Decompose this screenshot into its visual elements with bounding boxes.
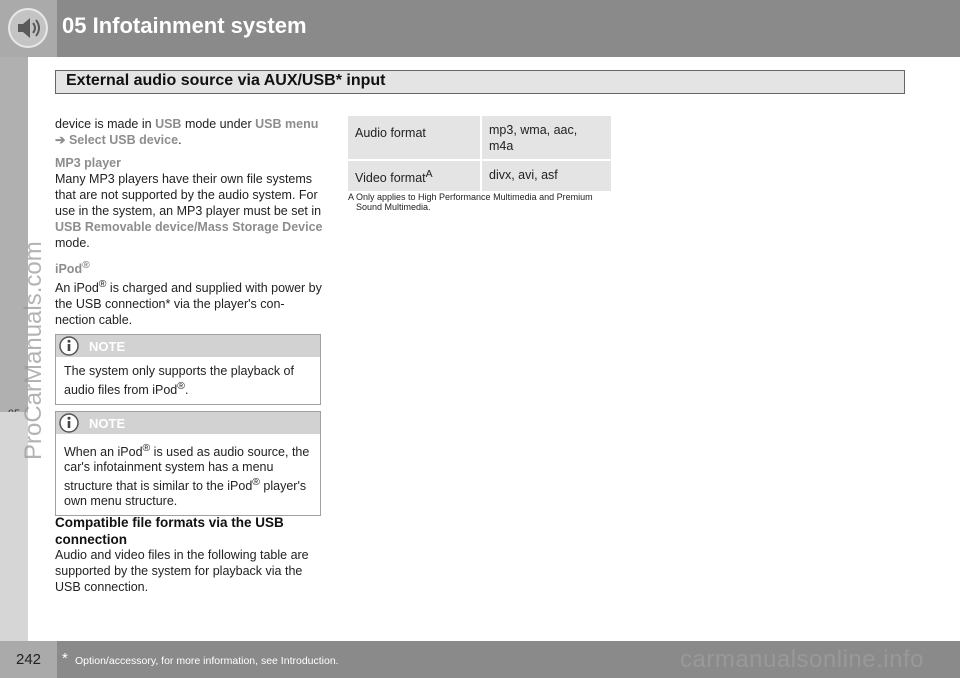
text: When an iPod (64, 445, 143, 460)
side-watermark: ProCarManuals.com (20, 230, 47, 460)
note-text: When an iPod® is used as audio source, t… (56, 434, 320, 515)
chapter-title: 05 Infotainment system (62, 13, 307, 38)
text: mode. (55, 236, 90, 250)
side-watermark-text: ProCarManuals.com (20, 241, 47, 460)
note-header: NOTE (56, 412, 320, 434)
section-title: External audio source via AUX/USB* input (66, 72, 386, 89)
page-number: 242 (15, 651, 42, 668)
table-footnote: A Only applies to High Performance Multi… (348, 192, 618, 212)
info-icon (59, 413, 79, 433)
info-icon (59, 336, 79, 356)
note-label: NOTE (89, 339, 126, 354)
note-header: NOTE (56, 335, 320, 357)
text: . (184, 383, 189, 398)
note-box: NOTE When an iPod® is used as audio sour… (55, 411, 321, 517)
compat-paragraph: Audio and video files in the following t… (55, 548, 309, 594)
text: . (178, 133, 182, 147)
footnote-ref: A (425, 169, 433, 180)
chapter-header: 05 Infotainment system (0, 0, 960, 57)
note-box: NOTE The system only supports the playba… (55, 334, 321, 406)
left-column: device is made in USB mode under USB men… (55, 116, 323, 328)
format-table: Audio format mp3, wma, aac, m4a Video fo… (348, 116, 611, 194)
speaker-icon (8, 8, 48, 48)
select-usb-device-term: Select USB device (68, 133, 179, 147)
text: Video format (355, 171, 426, 186)
mp3-paragraph: Many MP3 players have their own file sys… (55, 171, 323, 251)
registered-mark: ® (177, 381, 185, 392)
table-row: Video formatA divx, avi, asf (348, 160, 611, 194)
section-title-bar: External audio source via AUX/USB* input (55, 70, 905, 94)
footnote-text: Only applies to High Performance Multime… (356, 192, 593, 212)
footer-asterisk: * (62, 650, 68, 667)
page-number-box: 242 (0, 641, 57, 678)
mp3-heading: MP3 player (55, 156, 122, 170)
usb-menu-term: USB menu (255, 117, 319, 131)
footer-note: Option/accessory, for more information, … (75, 655, 339, 667)
compat-heading: Compatible file formats via the USB conn… (55, 515, 284, 547)
usb-term: USB (155, 117, 182, 131)
note-label: NOTE (89, 416, 126, 431)
bottom-watermark: carmanualsonline.info (680, 646, 924, 673)
registered-mark: ® (252, 477, 260, 489)
text: Many MP3 players have their own file sys… (55, 172, 322, 218)
text: An iPod (55, 281, 99, 296)
footnote-mark: A (348, 192, 355, 202)
text: mode under (181, 117, 256, 131)
chapter-icon-box (0, 0, 57, 57)
note-text: The system only supports the playback of… (56, 357, 320, 404)
intro-paragraph: device is made in USB mode under USB men… (55, 116, 323, 148)
arrow-icon: ➔ (55, 133, 66, 147)
text: device is made in (55, 117, 156, 131)
registered-mark: ® (82, 260, 90, 271)
format-value: mp3, wma, aac, m4a (481, 116, 611, 161)
text: Audio format (355, 126, 426, 141)
mass-storage-term: USB Removable device/Mass Storage Device (55, 220, 323, 234)
ipod-heading: iPod® (55, 258, 323, 277)
ipod-paragraph: An iPod® is charged and supplied with po… (55, 277, 323, 328)
format-value: divx, avi, asf (481, 160, 611, 194)
table-row: Audio format mp3, wma, aac, m4a (348, 116, 611, 161)
format-label: Audio format (348, 116, 482, 161)
format-label: Video formatA (348, 160, 482, 194)
text: iPod (55, 262, 83, 277)
